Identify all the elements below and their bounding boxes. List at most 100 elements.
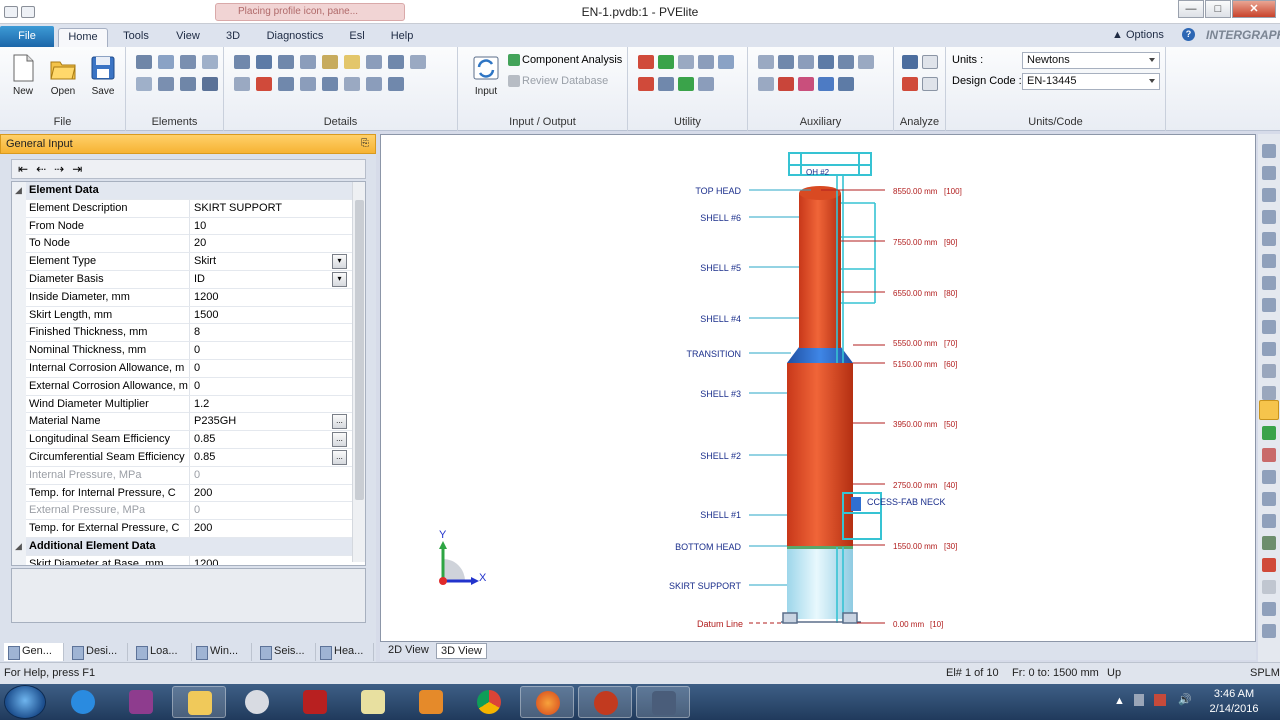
collapse-icon[interactable]: ◢ xyxy=(15,185,22,196)
flange-calc-icon[interactable] xyxy=(758,55,774,69)
options-menu[interactable]: ▲ Options xyxy=(1112,29,1164,41)
view-iso2-icon[interactable] xyxy=(1262,298,1276,312)
view-iso4-icon[interactable] xyxy=(1262,342,1276,356)
zoom-icon[interactable] xyxy=(698,55,714,69)
property-row[interactable]: Inside Diameter, mm 1200 xyxy=(12,288,352,307)
section-icon[interactable] xyxy=(1262,602,1276,616)
property-value[interactable]: 0 xyxy=(190,378,348,395)
table-icon[interactable] xyxy=(658,77,674,91)
calc-icon[interactable] xyxy=(698,77,714,91)
wizard-icon[interactable] xyxy=(678,55,694,69)
dropdown-button[interactable]: ▾ xyxy=(332,272,347,287)
category-element-data[interactable]: Element Data ◢ xyxy=(12,182,352,200)
tray-expand-icon[interactable]: ▲ xyxy=(1114,695,1125,707)
tray-icon[interactable] xyxy=(388,55,404,69)
view-back-icon[interactable] xyxy=(1262,166,1276,180)
property-row[interactable]: Diameter Basis ID ▾ xyxy=(12,271,352,289)
basering-icon[interactable] xyxy=(366,77,382,91)
pressure-icon[interactable] xyxy=(256,77,272,91)
start-button[interactable] xyxy=(4,685,46,719)
view-top-icon[interactable] xyxy=(1262,232,1276,246)
vessel-drawing[interactable]: TOP HEAD SHELL #6 SHELL #5 SHELL #4 TRAN… xyxy=(381,135,1255,641)
tab-view[interactable]: View xyxy=(170,28,206,47)
view-output-icon[interactable] xyxy=(922,77,938,91)
property-value[interactable]: 1200 xyxy=(190,556,348,565)
model-viewport[interactable]: TOP HEAD SHELL #6 SHELL #5 SHELL #4 TRAN… xyxy=(380,134,1256,642)
tab-help[interactable]: Help xyxy=(386,28,418,47)
link-icon[interactable] xyxy=(718,55,734,69)
taskbar-pvelite[interactable] xyxy=(578,686,632,718)
halfpipe-icon[interactable] xyxy=(388,77,404,91)
component-analysis-button[interactable]: Component Analysis xyxy=(522,54,622,66)
property-row[interactable]: Material Name P235GH... xyxy=(12,413,352,432)
view-left-icon[interactable] xyxy=(1262,188,1276,202)
property-grid-scrollbar[interactable] xyxy=(352,182,365,562)
output-icon[interactable] xyxy=(922,55,938,69)
property-value[interactable]: Skirt xyxy=(190,253,348,270)
elbow-icon[interactable] xyxy=(158,55,174,69)
property-row[interactable]: Internal Pressure, MPa 0 xyxy=(12,466,352,485)
saddle-icon[interactable] xyxy=(322,77,338,91)
pin-icon[interactable]: ⎘ xyxy=(361,138,369,149)
report-icon[interactable] xyxy=(758,77,774,91)
tab-esl[interactable]: Esl xyxy=(344,28,370,47)
conical-icon[interactable] xyxy=(798,55,814,69)
maximize-button[interactable]: □ xyxy=(1205,0,1231,18)
dropdown-button[interactable]: ▾ xyxy=(332,254,347,270)
property-row[interactable]: Longitudinal Seam Efficiency 0.85... xyxy=(12,431,352,450)
select-icon[interactable] xyxy=(1262,492,1276,506)
property-value[interactable]: 8 xyxy=(190,324,348,341)
tray-network-icon[interactable] xyxy=(1134,694,1144,706)
tab-tools[interactable]: Tools xyxy=(118,28,154,47)
tools-icon[interactable] xyxy=(638,55,654,69)
stiffener-icon[interactable] xyxy=(234,55,250,69)
measure-icon[interactable] xyxy=(1262,624,1276,638)
insulation-icon[interactable] xyxy=(322,55,338,69)
tab-seismic[interactable]: Seis... xyxy=(256,643,316,661)
pdf-icon[interactable] xyxy=(798,77,814,91)
tab-file[interactable]: File xyxy=(0,26,54,47)
property-value[interactable]: ID xyxy=(190,271,348,288)
taskbar-snipping[interactable] xyxy=(230,686,284,718)
review-database-button[interactable]: Review Database xyxy=(522,75,608,87)
property-value[interactable]: SKIRT SUPPORT xyxy=(190,200,348,217)
taskbar-mendeley[interactable] xyxy=(288,686,342,718)
weld-icon[interactable] xyxy=(638,77,654,91)
input-button[interactable]: Input xyxy=(464,51,508,105)
taskbar-app[interactable] xyxy=(636,686,690,718)
notes-icon[interactable] xyxy=(838,77,854,91)
axis-icon[interactable] xyxy=(1262,470,1276,484)
property-row[interactable]: To Node 20 xyxy=(12,235,352,254)
pointer-icon[interactable] xyxy=(1262,514,1276,528)
tab-loads[interactable]: Loa... xyxy=(132,643,192,661)
property-row[interactable]: Element Type Skirt ▾ xyxy=(12,253,352,272)
collapse-icon[interactable]: ◢ xyxy=(15,541,22,552)
last-element-icon[interactable]: ⇥ xyxy=(72,162,82,176)
tray-volume-icon[interactable]: 🔊 xyxy=(1178,693,1192,706)
zoom-in-icon[interactable] xyxy=(1262,364,1276,378)
error-check-icon[interactable] xyxy=(778,77,794,91)
tray-date[interactable]: 2/14/2016 xyxy=(1206,703,1262,715)
nozzle-icon[interactable] xyxy=(278,55,294,69)
tab-design[interactable]: Desi... xyxy=(68,643,128,661)
minimize-button[interactable]: — xyxy=(1178,0,1204,18)
previous-element-icon[interactable]: ⇠ xyxy=(36,162,46,176)
picker-button[interactable]: ... xyxy=(332,432,347,448)
first-element-icon[interactable]: ⇤ xyxy=(18,162,28,176)
pan-icon[interactable] xyxy=(1262,426,1276,440)
material-icon[interactable] xyxy=(838,55,854,69)
tab-3d[interactable]: 3D xyxy=(220,28,246,47)
property-value[interactable]: P235GH xyxy=(190,413,348,430)
view-right-icon[interactable] xyxy=(1262,210,1276,224)
tab-home[interactable]: Home xyxy=(58,28,108,47)
error-icon[interactable] xyxy=(902,77,918,91)
property-row[interactable]: External Pressure, MPa 0 xyxy=(12,502,352,521)
analyze-run-icon[interactable] xyxy=(902,55,918,69)
property-row[interactable]: From Node 10 xyxy=(12,217,352,236)
walk-icon[interactable] xyxy=(1262,448,1276,462)
next-element-icon[interactable]: ⇢ xyxy=(54,162,64,176)
rotate-icon[interactable] xyxy=(1259,400,1279,420)
picker-button[interactable]: ... xyxy=(332,450,347,465)
tab-wind[interactable]: Win... xyxy=(192,643,252,661)
property-row[interactable]: Skirt Length, mm 1500 xyxy=(12,306,352,325)
